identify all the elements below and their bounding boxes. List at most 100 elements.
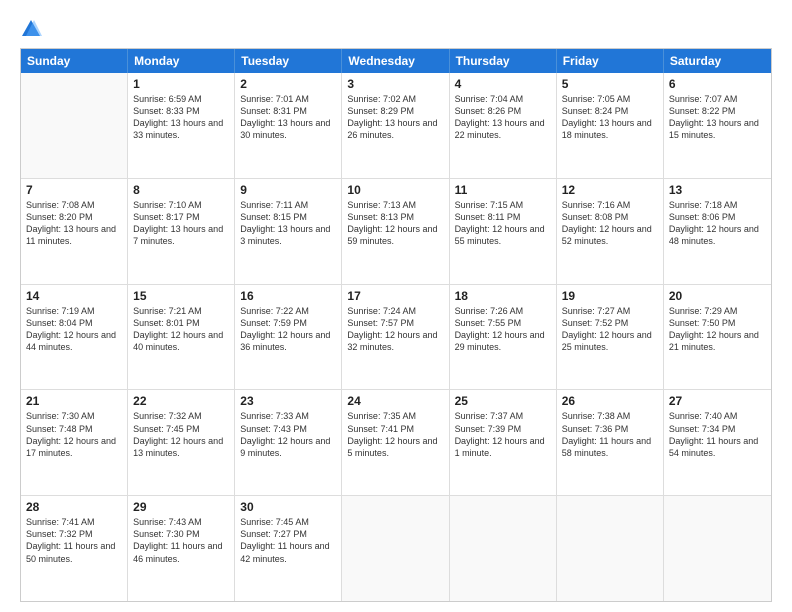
day-cell-18: 18 Sunrise: 7:26 AM Sunset: 7:55 PM Dayli… <box>450 285 557 390</box>
cell-info: Sunrise: 7:40 AM Sunset: 7:34 PM Dayligh… <box>669 410 766 459</box>
cell-info: Sunrise: 7:08 AM Sunset: 8:20 PM Dayligh… <box>26 199 122 248</box>
calendar: SundayMondayTuesdayWednesdayThursdayFrid… <box>20 48 772 602</box>
cell-info: Sunrise: 7:33 AM Sunset: 7:43 PM Dayligh… <box>240 410 336 459</box>
cell-info: Sunrise: 7:35 AM Sunset: 7:41 PM Dayligh… <box>347 410 443 459</box>
day-number: 12 <box>562 183 658 197</box>
cell-info: Sunrise: 7:11 AM Sunset: 8:15 PM Dayligh… <box>240 199 336 248</box>
day-number: 24 <box>347 394 443 408</box>
cell-info: Sunrise: 7:29 AM Sunset: 7:50 PM Dayligh… <box>669 305 766 354</box>
calendar-header: SundayMondayTuesdayWednesdayThursdayFrid… <box>21 49 771 73</box>
header-day-sunday: Sunday <box>21 49 128 73</box>
day-number: 25 <box>455 394 551 408</box>
day-cell-17: 17 Sunrise: 7:24 AM Sunset: 7:57 PM Dayli… <box>342 285 449 390</box>
cell-info: Sunrise: 7:22 AM Sunset: 7:59 PM Dayligh… <box>240 305 336 354</box>
day-number: 7 <box>26 183 122 197</box>
page-header <box>20 18 772 40</box>
day-number: 21 <box>26 394 122 408</box>
day-cell-27: 27Sunrise: 7:40 AM Sunset: 7:34 PM Dayli… <box>664 390 771 495</box>
day-number: 28 <box>26 500 122 514</box>
day-number: 17 <box>347 289 443 303</box>
header-day-monday: Monday <box>128 49 235 73</box>
day-cell-1: 1 Sunrise: 6:59 AM Sunset: 8:33 PM Daylig… <box>128 73 235 178</box>
calendar-row-5: 28 Sunrise: 7:41 AM Sunset: 7:32 PM Dayli… <box>21 495 771 601</box>
cell-info: Sunrise: 6:59 AM Sunset: 8:33 PM Dayligh… <box>133 93 229 142</box>
cell-info: Sunrise: 7:10 AM Sunset: 8:17 PM Dayligh… <box>133 199 229 248</box>
day-number: 8 <box>133 183 229 197</box>
cell-info: Sunrise: 7:30 AM Sunset: 7:48 PM Dayligh… <box>26 410 122 459</box>
header-day-tuesday: Tuesday <box>235 49 342 73</box>
cell-info: Sunrise: 7:01 AM Sunset: 8:31 PM Dayligh… <box>240 93 336 142</box>
day-number: 10 <box>347 183 443 197</box>
header-day-thursday: Thursday <box>450 49 557 73</box>
day-cell-11: 11 Sunrise: 7:15 AM Sunset: 8:11 PM Dayli… <box>450 179 557 284</box>
header-day-wednesday: Wednesday <box>342 49 449 73</box>
cell-info: Sunrise: 7:27 AM Sunset: 7:52 PM Dayligh… <box>562 305 658 354</box>
cell-info: Sunrise: 7:02 AM Sunset: 8:29 PM Dayligh… <box>347 93 443 142</box>
cell-info: Sunrise: 7:16 AM Sunset: 8:08 PM Dayligh… <box>562 199 658 248</box>
day-cell-13: 13 Sunrise: 7:18 AM Sunset: 8:06 PM Dayli… <box>664 179 771 284</box>
day-cell-empty <box>342 496 449 601</box>
day-number: 1 <box>133 77 229 91</box>
day-cell-22: 22 Sunrise: 7:32 AM Sunset: 7:45 PM Dayli… <box>128 390 235 495</box>
day-number: 30 <box>240 500 336 514</box>
day-cell-28: 28 Sunrise: 7:41 AM Sunset: 7:32 PM Dayli… <box>21 496 128 601</box>
cell-info: Sunrise: 7:43 AM Sunset: 7:30 PM Dayligh… <box>133 516 229 565</box>
header-day-saturday: Saturday <box>664 49 771 73</box>
day-cell-empty <box>664 496 771 601</box>
day-number: 2 <box>240 77 336 91</box>
day-number: 9 <box>240 183 336 197</box>
logo <box>20 18 46 40</box>
day-number: 26 <box>562 394 658 408</box>
day-cell-2: 2 Sunrise: 7:01 AM Sunset: 8:31 PM Daylig… <box>235 73 342 178</box>
cell-info: Sunrise: 7:04 AM Sunset: 8:26 PM Dayligh… <box>455 93 551 142</box>
day-number: 18 <box>455 289 551 303</box>
cell-info: Sunrise: 7:15 AM Sunset: 8:11 PM Dayligh… <box>455 199 551 248</box>
cell-info: Sunrise: 7:38 AM Sunset: 7:36 PM Dayligh… <box>562 410 658 459</box>
day-cell-9: 9 Sunrise: 7:11 AM Sunset: 8:15 PM Daylig… <box>235 179 342 284</box>
cell-info: Sunrise: 7:18 AM Sunset: 8:06 PM Dayligh… <box>669 199 766 248</box>
cell-info: Sunrise: 7:32 AM Sunset: 7:45 PM Dayligh… <box>133 410 229 459</box>
day-cell-12: 12 Sunrise: 7:16 AM Sunset: 8:08 PM Dayli… <box>557 179 664 284</box>
day-cell-5: 5Sunrise: 7:05 AM Sunset: 8:24 PM Daylig… <box>557 73 664 178</box>
cell-info: Sunrise: 7:13 AM Sunset: 8:13 PM Dayligh… <box>347 199 443 248</box>
day-cell-20: 20 Sunrise: 7:29 AM Sunset: 7:50 PM Dayli… <box>664 285 771 390</box>
day-cell-4: 4 Sunrise: 7:04 AM Sunset: 8:26 PM Daylig… <box>450 73 557 178</box>
cell-info: Sunrise: 7:19 AM Sunset: 8:04 PM Dayligh… <box>26 305 122 354</box>
cell-info: Sunrise: 7:45 AM Sunset: 7:27 PM Dayligh… <box>240 516 336 565</box>
calendar-row-1: 1 Sunrise: 6:59 AM Sunset: 8:33 PM Daylig… <box>21 73 771 178</box>
day-cell-7: 7 Sunrise: 7:08 AM Sunset: 8:20 PM Daylig… <box>21 179 128 284</box>
day-cell-empty <box>450 496 557 601</box>
day-cell-3: 3 Sunrise: 7:02 AM Sunset: 8:29 PM Daylig… <box>342 73 449 178</box>
cell-info: Sunrise: 7:41 AM Sunset: 7:32 PM Dayligh… <box>26 516 122 565</box>
day-number: 19 <box>562 289 658 303</box>
day-cell-21: 21 Sunrise: 7:30 AM Sunset: 7:48 PM Dayli… <box>21 390 128 495</box>
day-cell-26: 26 Sunrise: 7:38 AM Sunset: 7:36 PM Dayli… <box>557 390 664 495</box>
day-cell-empty <box>21 73 128 178</box>
day-cell-29: 29Sunrise: 7:43 AM Sunset: 7:30 PM Dayli… <box>128 496 235 601</box>
day-number: 22 <box>133 394 229 408</box>
day-number: 13 <box>669 183 766 197</box>
calendar-row-2: 7 Sunrise: 7:08 AM Sunset: 8:20 PM Daylig… <box>21 178 771 284</box>
day-cell-6: 6 Sunrise: 7:07 AM Sunset: 8:22 PM Daylig… <box>664 73 771 178</box>
day-number: 20 <box>669 289 766 303</box>
cell-info: Sunrise: 7:07 AM Sunset: 8:22 PM Dayligh… <box>669 93 766 142</box>
day-number: 23 <box>240 394 336 408</box>
day-cell-30: 30 Sunrise: 7:45 AM Sunset: 7:27 PM Dayli… <box>235 496 342 601</box>
header-day-friday: Friday <box>557 49 664 73</box>
day-cell-23: 23 Sunrise: 7:33 AM Sunset: 7:43 PM Dayli… <box>235 390 342 495</box>
day-cell-24: 24 Sunrise: 7:35 AM Sunset: 7:41 PM Dayli… <box>342 390 449 495</box>
day-cell-14: 14 Sunrise: 7:19 AM Sunset: 8:04 PM Dayli… <box>21 285 128 390</box>
day-cell-8: 8 Sunrise: 7:10 AM Sunset: 8:17 PM Daylig… <box>128 179 235 284</box>
day-cell-19: 19 Sunrise: 7:27 AM Sunset: 7:52 PM Dayli… <box>557 285 664 390</box>
day-number: 11 <box>455 183 551 197</box>
day-number: 14 <box>26 289 122 303</box>
cell-info: Sunrise: 7:24 AM Sunset: 7:57 PM Dayligh… <box>347 305 443 354</box>
cell-info: Sunrise: 7:37 AM Sunset: 7:39 PM Dayligh… <box>455 410 551 459</box>
day-number: 6 <box>669 77 766 91</box>
cell-info: Sunrise: 7:26 AM Sunset: 7:55 PM Dayligh… <box>455 305 551 354</box>
day-number: 3 <box>347 77 443 91</box>
day-cell-15: 15Sunrise: 7:21 AM Sunset: 8:01 PM Dayli… <box>128 285 235 390</box>
cell-info: Sunrise: 7:21 AM Sunset: 8:01 PM Dayligh… <box>133 305 229 354</box>
day-number: 4 <box>455 77 551 91</box>
day-cell-empty <box>557 496 664 601</box>
